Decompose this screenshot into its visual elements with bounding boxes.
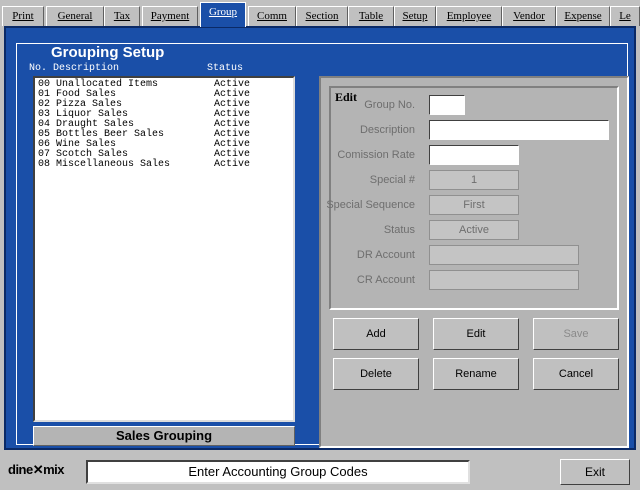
footer-bar: dine✕mix Enter Accounting Group Codes Ex… [0, 452, 640, 490]
status-message: Enter Accounting Group Codes [86, 460, 470, 484]
special-number-field[interactable]: 1 [429, 170, 519, 190]
tab-table[interactable]: Table [348, 6, 394, 26]
cr-account-label: CR Account [356, 274, 415, 286]
column-header-status: Status [207, 63, 244, 74]
tab-comm[interactable]: Comm [248, 6, 296, 26]
edit-button[interactable]: Edit [433, 318, 519, 350]
column-header-description: No. Description [29, 63, 120, 74]
description-label: Description [359, 124, 415, 136]
list-item-status: Active [214, 159, 251, 170]
tab-general[interactable]: General [46, 6, 104, 26]
special-sequence-field[interactable]: First [429, 195, 519, 215]
tab-group[interactable]: Group [200, 2, 246, 27]
tab-print[interactable]: Print [2, 6, 44, 26]
save-button[interactable]: Save [533, 318, 619, 350]
group-no-label: Group No. [364, 99, 415, 111]
status-field[interactable]: Active [429, 220, 519, 240]
page-title: Grouping Setup [47, 44, 169, 62]
delete-button[interactable]: Delete [333, 358, 419, 390]
group-no-field[interactable] [429, 95, 465, 115]
rename-button[interactable]: Rename [433, 358, 519, 390]
tab-section[interactable]: Section [296, 6, 348, 26]
add-button[interactable]: Add [333, 318, 419, 350]
comission-rate-field[interactable] [429, 145, 519, 165]
tab-le[interactable]: Le [610, 6, 640, 26]
grouping-frame: Grouping Setup No. Description Status 00… [16, 43, 629, 448]
edit-box: Edit Group No. Description Comission Rat… [326, 86, 619, 310]
list-item-description: 08 Miscellaneous Sales [38, 159, 171, 170]
special-number-label: Special # [369, 174, 415, 186]
tab-bar: Print General Tax Payment Group Comm Sec… [0, 0, 640, 27]
list-item[interactable]: 08 Miscellaneous Sales Active [38, 160, 290, 170]
exit-button[interactable]: Exit [560, 459, 630, 485]
tab-expense[interactable]: Expense [556, 6, 610, 26]
group-list[interactable]: 00 Unallocated Items Active 01 Food Sales… [33, 76, 295, 422]
tab-employee[interactable]: Employee [436, 6, 502, 26]
edit-header: Edit [335, 90, 358, 104]
edit-panel: Edit Group No. Description Comission Rat… [319, 76, 629, 448]
dr-account-field[interactable] [429, 245, 579, 265]
tab-setup[interactable]: Setup [394, 6, 436, 26]
cancel-button[interactable]: Cancel [533, 358, 619, 390]
tab-tax[interactable]: Tax [104, 6, 140, 26]
tab-vendor[interactable]: Vendor [502, 6, 556, 26]
dinemix-logo: dine✕mix [8, 462, 65, 477]
main-panel: Grouping Setup No. Description Status 00… [4, 26, 636, 450]
cr-account-field[interactable] [429, 270, 579, 290]
tab-payment[interactable]: Payment [142, 6, 198, 26]
comission-rate-label: Comission Rate [337, 149, 415, 161]
description-field[interactable] [429, 120, 609, 140]
dr-account-label: DR Account [356, 249, 415, 261]
status-label: Status [383, 224, 415, 236]
sales-grouping-button[interactable]: Sales Grouping [33, 426, 295, 446]
special-sequence-label: Special Sequence [326, 199, 415, 211]
